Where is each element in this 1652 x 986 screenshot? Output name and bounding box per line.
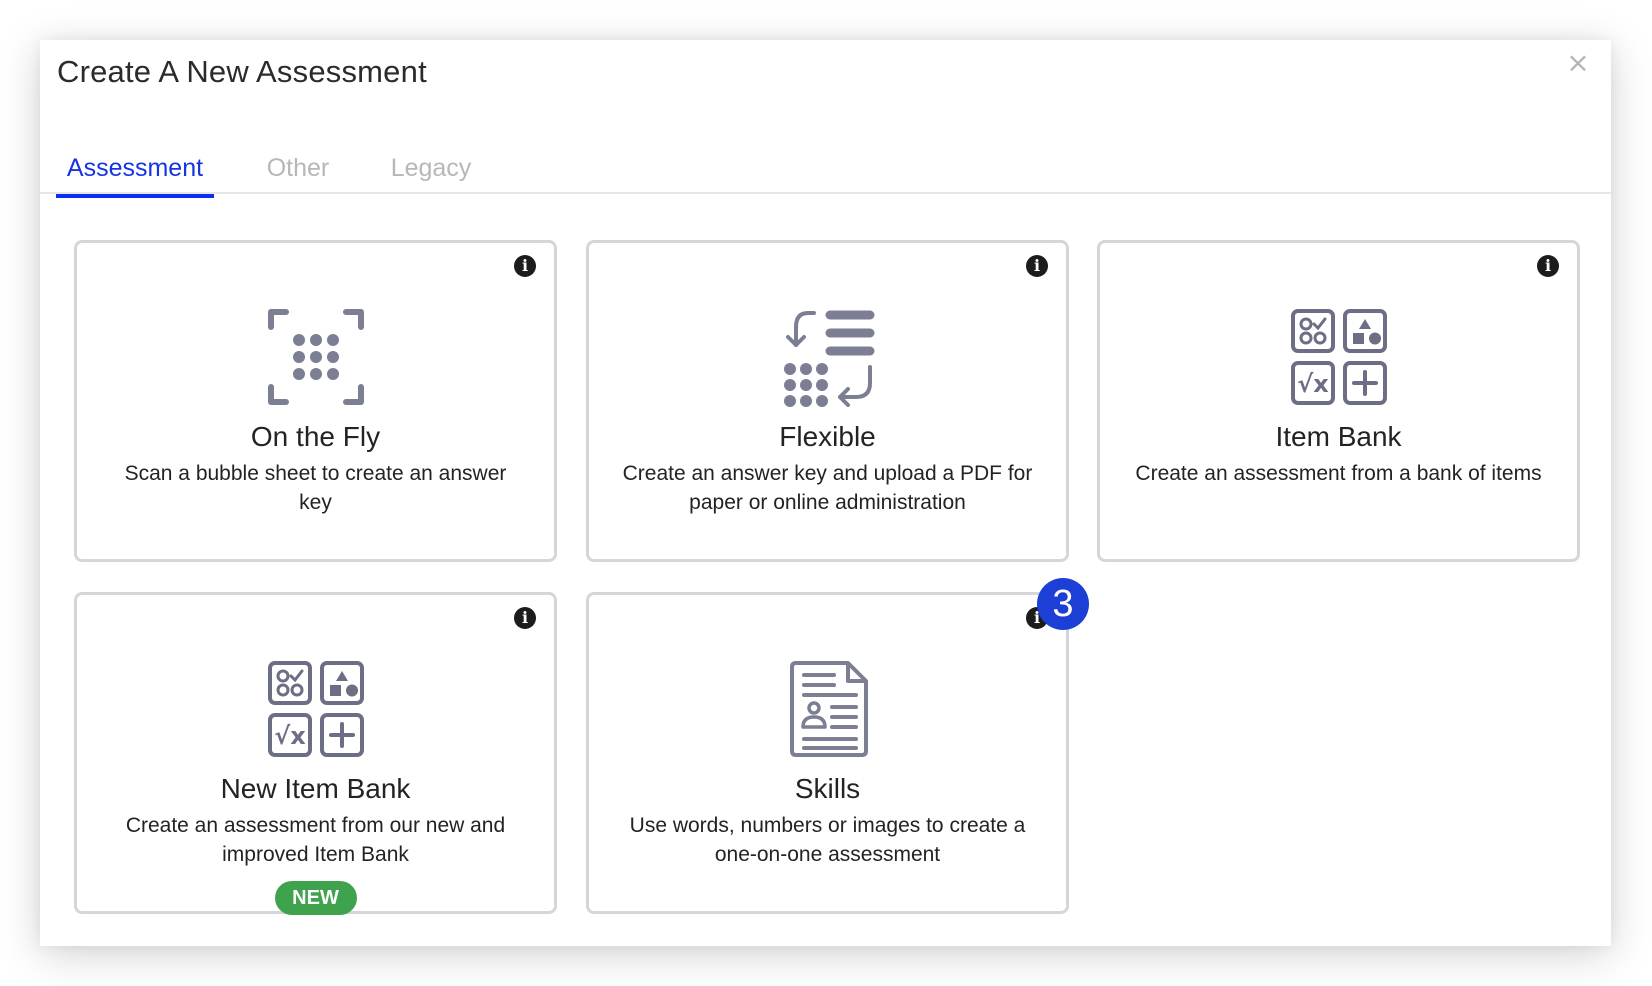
new-badge: NEW xyxy=(274,881,357,915)
card-new-item-bank[interactable]: i √x New Item Bank Create an assessment … xyxy=(74,592,557,915)
tab-label: Assessment xyxy=(66,154,204,182)
info-icon[interactable]: i xyxy=(514,255,536,277)
item-bank-icon: √x xyxy=(1290,309,1387,405)
card-title: Item Bank xyxy=(1275,421,1402,452)
info-icon[interactable]: i xyxy=(1026,255,1048,277)
card-on-the-fly[interactable]: i On the Fly Scan a bubble sheet to crea… xyxy=(74,240,557,562)
svg-text:√x: √x xyxy=(274,722,306,750)
tab-bar: Assessment Other Legacy xyxy=(40,150,1611,198)
tab-legacy[interactable]: Legacy xyxy=(386,150,476,196)
card-flexible[interactable]: i Flexible Create an answer key and uplo… xyxy=(586,240,1069,562)
tab-assessment[interactable]: Assessment xyxy=(56,150,214,198)
scan-bubble-icon xyxy=(267,309,364,405)
card-title: Skills xyxy=(794,773,861,804)
card-description: Use words, numbers or images to create a… xyxy=(629,814,1026,866)
card-description: Create an answer key and upload a PDF fo… xyxy=(622,462,1033,514)
card-item-bank[interactable]: i √x Item Bank Create an assessment from… xyxy=(1097,240,1580,562)
card-skills[interactable]: i Skills Use words, numbers or images to… xyxy=(586,592,1069,914)
info-icon[interactable]: i xyxy=(514,607,536,629)
tab-other[interactable]: Other xyxy=(262,150,334,196)
card-description: Scan a bubble sheet to create an answer … xyxy=(124,462,507,514)
card-title: Flexible xyxy=(779,421,876,452)
step-marker: 3 xyxy=(1037,578,1089,630)
card-description: Create an assessment from a bank of item… xyxy=(1135,462,1542,485)
tab-label: Legacy xyxy=(390,154,472,182)
card-title: On the Fly xyxy=(250,421,381,452)
flexible-sync-icon xyxy=(783,310,874,407)
skills-document-icon xyxy=(789,661,868,757)
card-description: Create an assessment from our new and im… xyxy=(125,814,506,866)
tab-label: Other xyxy=(266,154,330,182)
close-icon[interactable]: × xyxy=(1563,48,1593,78)
dialog-title: Create A New Assessment xyxy=(57,54,427,89)
info-icon[interactable]: i xyxy=(1537,255,1559,277)
item-bank-icon: √x xyxy=(267,661,364,757)
svg-text:√x: √x xyxy=(1297,370,1329,398)
card-title: New Item Bank xyxy=(220,773,411,804)
